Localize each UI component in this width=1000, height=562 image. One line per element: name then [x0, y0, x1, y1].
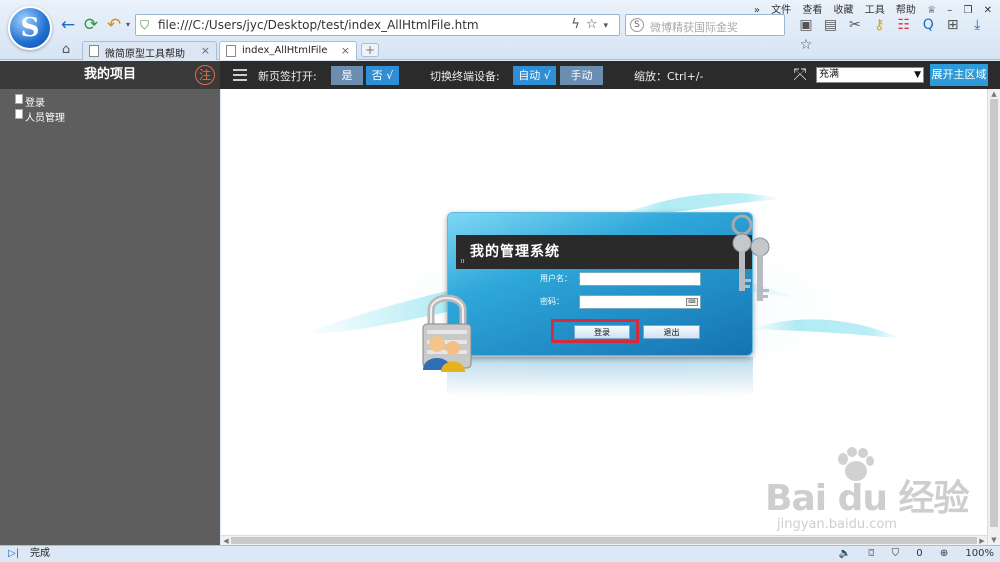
camera-icon[interactable]: ⌼ — [868, 548, 874, 559]
status-right: 🔈 ⌼ ⛉ 0 ⊕ 100% — [825, 546, 994, 562]
address-bar[interactable]: ⛉ file:///C:/Users/jyc/Desktop/test/inde… — [135, 14, 620, 36]
scissors-icon[interactable]: ✂ — [845, 15, 865, 35]
document-icon — [226, 45, 236, 57]
page-icon — [15, 94, 23, 104]
search-input[interactable]: 微博精获国际金奖 — [650, 19, 738, 35]
sidebar: 登录 人员管理 — [0, 89, 220, 545]
tab-title: index_AllHtmlFile — [242, 45, 328, 56]
sidebar-item-login[interactable]: 登录 — [14, 94, 45, 109]
document-icon — [89, 45, 99, 57]
screenshot-icon[interactable]: ▣ — [796, 15, 816, 35]
scroll-thumb[interactable] — [231, 537, 977, 544]
refresh-icon[interactable]: ⟳ — [81, 15, 101, 35]
status-text: 完成 — [30, 548, 50, 559]
expand-main-area-button[interactable]: 展开主区域 — [930, 64, 988, 86]
collapse-icon[interactable]: » — [754, 5, 760, 16]
chevron-down-icon[interactable]: ▾ — [603, 21, 614, 31]
address-tools: ϟ☆▾ — [571, 17, 614, 32]
tab-close-icon[interactable]: × — [341, 44, 350, 57]
tab-index[interactable]: index_AllHtmlFile × — [219, 41, 357, 60]
page-icon — [15, 109, 23, 119]
sidebar-item-label: 登录 — [25, 98, 45, 109]
fit-select[interactable]: 充满 ▼ — [816, 67, 924, 83]
toolbar-icons: ▣ ▤ ✂ ⚷ ☷ Q ⊞ ⤓ ☆ — [796, 15, 996, 53]
keyboard-icon[interactable]: ⌨ — [686, 298, 698, 306]
card-reflection — [447, 357, 753, 397]
watermark-sub: jingyan.baidu.com — [777, 517, 897, 532]
status-bar: ▷| 完成 🔈 ⌼ ⛉ 0 ⊕ 100% — [0, 545, 1000, 562]
browser-chrome: S ← ⟳ ↶ ▾ ⛉ file:///C:/Users/jyc/Desktop… — [0, 0, 1000, 60]
device-manual-button[interactable]: 手动 — [560, 66, 603, 85]
hamburger-menu-icon[interactable] — [233, 66, 247, 84]
fit-select-value: 充满 — [819, 69, 839, 80]
zoom-hint: 缩放：Ctrl+/- — [634, 70, 704, 83]
translate-icon[interactable]: ☷ — [894, 15, 914, 35]
note-badge[interactable]: 注 — [195, 65, 215, 85]
password-field[interactable]: ⌨ — [579, 295, 701, 309]
q-icon[interactable]: Q — [918, 15, 938, 35]
username-field[interactable] — [579, 272, 701, 286]
scroll-down-icon[interactable]: ▼ — [988, 535, 1000, 545]
scroll-up-icon[interactable]: ▲ — [988, 89, 1000, 99]
shield-icon[interactable]: ⛉ 0 — [892, 548, 923, 559]
search-box[interactable]: S 微博精获国际金奖 — [625, 14, 785, 36]
content-frame: 我的管理系统 ⠶ 用户名： 密码： ⌨ 登录 退出 Bai du 经验 jing… — [221, 89, 987, 535]
keys-icon — [731, 214, 770, 301]
new-tab-open-label: 新页签打开: — [258, 70, 317, 83]
device-auto-button[interactable]: 自动 √ — [513, 66, 556, 85]
tab-title: 微简原型工具帮助 — [105, 49, 185, 60]
search-engine-icon[interactable]: S — [630, 18, 644, 32]
menu-item-file[interactable]: 文件 — [771, 5, 791, 16]
browser-logo-icon[interactable]: S — [8, 6, 52, 50]
vertical-scrollbar[interactable]: ▲ ▼ — [987, 89, 1000, 545]
new-tab-no-button[interactable]: 否 √ — [366, 66, 399, 85]
tab-help[interactable]: 微简原型工具帮助 × — [82, 41, 217, 60]
grid-icon[interactable]: ⊞ — [943, 15, 963, 35]
baidu-watermark: Bai du 经验 jingyan.baidu.com — [765, 447, 981, 535]
tab-close-icon[interactable]: × — [201, 44, 210, 57]
back-arrow-icon[interactable]: ← — [58, 15, 78, 35]
home-icon[interactable]: ⌂ — [58, 42, 74, 57]
exit-button[interactable]: 退出 — [643, 325, 700, 339]
horizontal-scrollbar[interactable]: ◀ ▶ — [221, 535, 987, 545]
device-switch-label: 切换终端设备: — [430, 70, 500, 83]
scroll-thumb[interactable] — [990, 99, 998, 527]
speaker-icon[interactable]: 🔈 — [839, 548, 851, 559]
key-icon[interactable]: ⚷ — [869, 15, 889, 35]
password-label: 密码： — [540, 297, 564, 306]
sidebar-item-label: 人员管理 — [25, 113, 65, 124]
username-label: 用户名： — [540, 274, 572, 283]
zoom-level: 100% — [965, 548, 994, 559]
shield-count: 0 — [916, 548, 923, 559]
padlock-icon — [422, 294, 472, 372]
watermark-main: Bai du 经验 — [765, 478, 970, 519]
lightning-icon[interactable]: ϟ — [571, 17, 586, 32]
address-url[interactable]: file:///C:/Users/jyc/Desktop/test/index_… — [158, 18, 479, 32]
highlight-box — [551, 319, 639, 343]
chevron-down-icon: ▼ — [914, 70, 921, 80]
shield-icon: ⛉ — [140, 18, 150, 32]
zoom-icon[interactable]: ⊕ 100% — [940, 548, 994, 559]
image-icon[interactable]: ▤ — [820, 15, 840, 35]
favorite-icon[interactable]: ☆ — [796, 35, 816, 55]
play-icon[interactable]: ▷| — [8, 546, 19, 562]
menu-bar: » 文件 查看 收藏 工具 帮助 ♕ – ❐ ✕ — [746, 1, 992, 16]
star-icon[interactable]: ☆ — [586, 17, 604, 32]
new-tab-button[interactable]: + — [361, 43, 379, 57]
system-title: 我的管理系统 — [470, 244, 560, 260]
new-tab-yes-button[interactable]: 是 — [331, 66, 363, 85]
fullscreen-icon[interactable]: ⤧ — [790, 65, 810, 85]
download-icon[interactable]: ⤓ — [967, 15, 987, 35]
prototype-toolbar: 我的项目 注 新页签打开: 是 否 √ 切换终端设备: 自动 √ 手动 缩放：C… — [0, 61, 1000, 89]
project-title: 我的项目 — [0, 61, 220, 89]
sidebar-item-user-management[interactable]: 人员管理 — [14, 109, 65, 124]
dots-icon: ⠶ — [460, 257, 466, 265]
